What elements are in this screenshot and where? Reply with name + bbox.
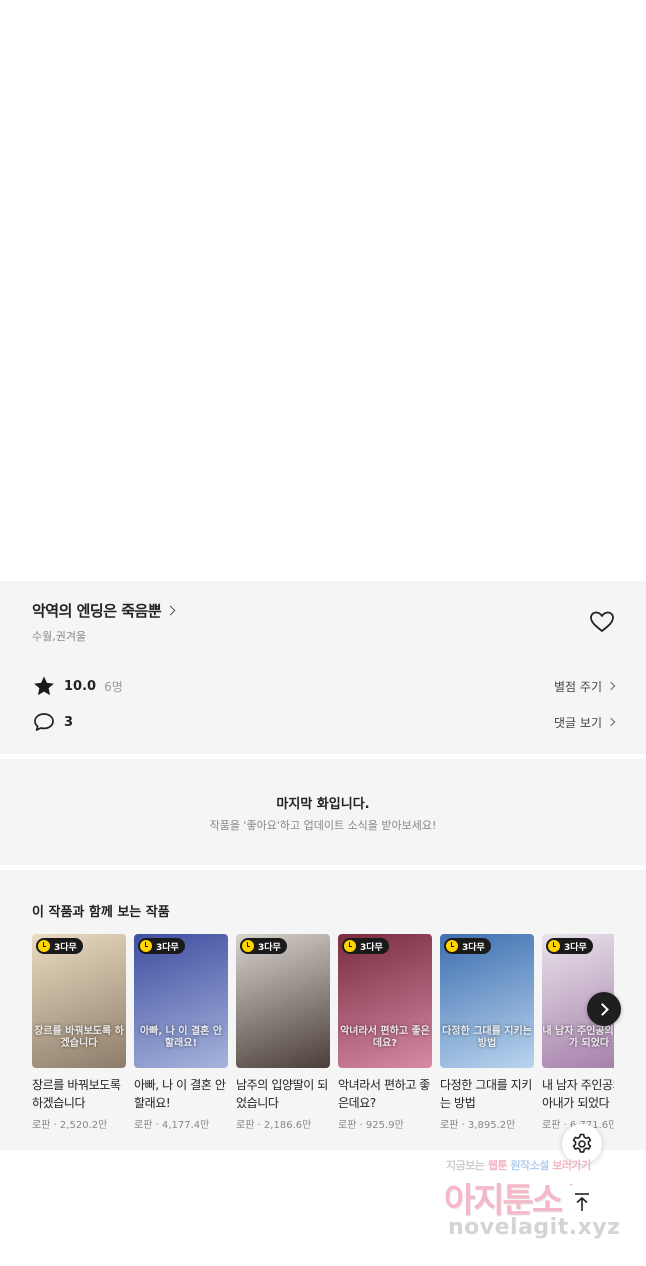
free-wait-badge: 3다무	[240, 938, 287, 954]
card-meta: 로판 · 3,895.2만	[440, 1120, 516, 1131]
clock-icon	[242, 940, 254, 952]
card-meta: 로판 · 4,177.4만	[134, 1120, 210, 1131]
cover-image: 3다무 아빠, 나 이 결혼 안 할래요!	[134, 934, 228, 1068]
gear-icon	[572, 1133, 592, 1153]
chevron-right-icon	[165, 605, 176, 616]
card-title: 내 남자 주인공의 아내가 되었다	[542, 1078, 614, 1110]
heart-icon[interactable]	[589, 610, 615, 634]
rating-count: 6명	[104, 679, 123, 694]
clock-icon	[548, 940, 560, 952]
badge-label: 3다무	[54, 942, 77, 953]
watermark-tag-b: 웹툰	[487, 1159, 508, 1172]
free-wait-badge: 3다무	[546, 938, 593, 954]
rating-row: 10.0 6명 별점 주기	[32, 674, 616, 698]
watermark-tag-a: 지금보는	[446, 1159, 485, 1172]
chevron-right-icon	[606, 717, 616, 727]
free-wait-badge: 3다무	[138, 938, 185, 954]
card-title: 악녀라서 편하고 좋은데요?	[338, 1078, 430, 1110]
card-title: 장르를 바꿔보도록 하겠습니다	[32, 1078, 121, 1110]
clock-icon	[344, 940, 356, 952]
last-episode-notice: 마지막 화입니다. 작품을 '좋아요'하고 업데이트 소식을 받아보세요!	[0, 759, 646, 865]
chevron-right-icon	[596, 1002, 609, 1016]
view-comments-button[interactable]: 댓글 보기	[554, 714, 616, 731]
card-title: 남주의 입양딸이 되었습니다	[236, 1078, 328, 1110]
series-info: 악역의 엔딩은 죽음뿐 수월,권겨울 10.0 6명 별점 주기 3 댓글 보기	[0, 581, 646, 754]
watermark: 지금보는 웹툰 원작소설 보러가기 아지툰소설 novelagit.xyz	[440, 1155, 640, 1250]
card-title: 다정한 그대를 지키는 방법	[440, 1078, 532, 1110]
recommendation-card[interactable]: 3다무 다정한 그대를 지키는 방법 다정한 그대를 지키는 방법 로판 · 3…	[440, 934, 534, 1131]
rate-button-label: 별점 주기	[554, 679, 602, 694]
badge-label: 3다무	[156, 942, 179, 953]
cover-title: 장르를 바꿔보도록 하겠습니다	[34, 1026, 124, 1049]
recommendation-card[interactable]: 3다무 아빠, 나 이 결혼 안 할래요! 아빠, 나 이 결혼 안 할래요! …	[134, 934, 228, 1131]
cover-title: 내 남자 주인공의 아내가 되었다	[542, 1026, 614, 1049]
star-icon	[34, 676, 54, 696]
chevron-right-icon	[606, 681, 616, 691]
recommendations-heading: 이 작품과 함께 보는 작품	[32, 905, 170, 920]
clock-icon	[446, 940, 458, 952]
scroll-top-button[interactable]	[562, 1182, 602, 1222]
rating-value: 10.0	[64, 678, 97, 694]
recommendation-card[interactable]: 3다무 악녀라서 편하고 좋은데요? 악녀라서 편하고 좋은데요? 로판 · 9…	[338, 934, 432, 1131]
cover-image: 3다무	[236, 934, 330, 1068]
comment-row: 3 댓글 보기	[32, 710, 616, 734]
clock-icon	[38, 940, 50, 952]
cover-title: 악녀라서 편하고 좋은데요?	[340, 1026, 430, 1049]
viewer-blank-area	[0, 0, 646, 581]
recommendations-carousel[interactable]: 3다무 장르를 바꿔보도록 하겠습니다 장르를 바꿔보도록 하겠습니다 로판 ·…	[32, 934, 614, 1144]
comment-count: 3	[64, 714, 74, 730]
cover-image: 3다무 악녀라서 편하고 좋은데요?	[338, 934, 432, 1068]
last-episode-title: 마지막 화입니다.	[276, 797, 370, 812]
recommendation-card[interactable]: 3다무 내 남자 주인공의 아내가 되었다 내 남자 주인공의 아내가 되었다 …	[542, 934, 614, 1131]
series-title: 악역의 엔딩은 죽음뿐	[32, 602, 162, 620]
free-wait-badge: 3다무	[444, 938, 491, 954]
card-title: 아빠, 나 이 결혼 안 할래요!	[134, 1078, 226, 1110]
cover-image: 3다무 다정한 그대를 지키는 방법	[440, 934, 534, 1068]
carousel-next-button[interactable]	[587, 992, 621, 1026]
card-meta: 로판 · 2,520.2만	[32, 1120, 108, 1131]
settings-button[interactable]	[562, 1124, 602, 1164]
rate-button[interactable]: 별점 주기	[554, 678, 616, 695]
card-meta: 로판 · 925.9만	[338, 1120, 404, 1131]
watermark-url: novelagit.xyz	[448, 1215, 621, 1240]
card-meta: 로판 · 2,186.6만	[236, 1120, 312, 1131]
comment-icon	[34, 713, 54, 731]
last-episode-subtitle: 작품을 '좋아요'하고 업데이트 소식을 받아보세요!	[209, 819, 437, 832]
free-wait-badge: 3다무	[36, 938, 83, 954]
cover-title: 다정한 그대를 지키는 방법	[442, 1026, 532, 1049]
recommendation-card[interactable]: 3다무 장르를 바꿔보도록 하겠습니다 장르를 바꿔보도록 하겠습니다 로판 ·…	[32, 934, 126, 1131]
recommendations: 이 작품과 함께 보는 작품 3다무 장르를 바꿔보도록 하겠습니다 장르를 바…	[0, 870, 646, 1150]
badge-label: 3다무	[258, 942, 281, 953]
cover-image: 3다무 장르를 바꿔보도록 하겠습니다	[32, 934, 126, 1068]
cover-title: 아빠, 나 이 결혼 안 할래요!	[139, 1026, 223, 1049]
badge-label: 3다무	[360, 942, 383, 953]
watermark-tag-c: 원작소설	[510, 1159, 549, 1172]
series-title-link[interactable]: 악역의 엔딩은 죽음뿐	[32, 600, 176, 621]
badge-label: 3다무	[564, 942, 587, 953]
series-author: 수월,권겨울	[32, 630, 87, 643]
arrow-up-icon	[575, 1193, 589, 1211]
free-wait-badge: 3다무	[342, 938, 389, 954]
view-comments-label: 댓글 보기	[554, 715, 602, 730]
clock-icon	[140, 940, 152, 952]
badge-label: 3다무	[462, 942, 485, 953]
recommendation-card[interactable]: 3다무 남주의 입양딸이 되었습니다 로판 · 2,186.6만	[236, 934, 330, 1131]
